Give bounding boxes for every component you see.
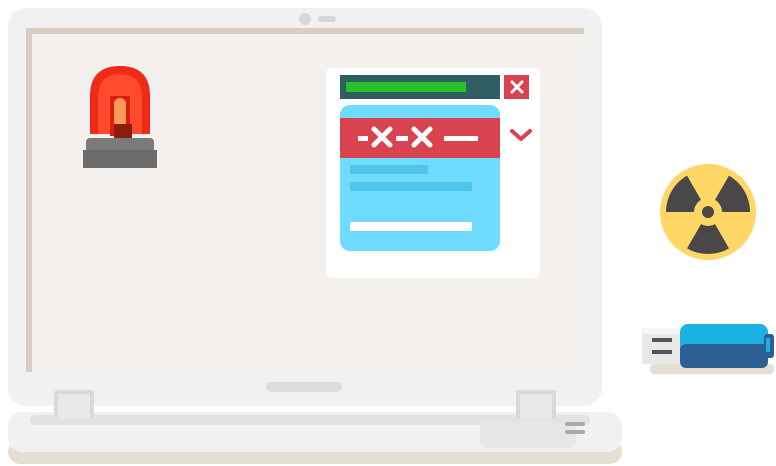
webcam bbox=[299, 13, 311, 25]
progress-bar-track bbox=[340, 75, 500, 99]
alarm-beacon-icon bbox=[83, 66, 157, 168]
placeholder-text-line-2 bbox=[350, 182, 472, 191]
illustration-canvas bbox=[0, 0, 776, 466]
error-content-panel bbox=[340, 105, 500, 251]
close-button[interactable] bbox=[504, 75, 529, 99]
hinge-left-inner bbox=[58, 394, 90, 418]
error-banner bbox=[340, 118, 500, 158]
laptop-notch bbox=[266, 382, 342, 392]
laptop-vent-1 bbox=[565, 422, 585, 426]
error-banner-glyphs bbox=[358, 126, 478, 148]
hinge-right-inner bbox=[520, 394, 552, 418]
laptop-vent-2 bbox=[565, 430, 585, 434]
close-icon bbox=[510, 80, 523, 94]
chevron-down-icon[interactable] bbox=[509, 128, 533, 142]
laptop-palm-rest bbox=[480, 422, 576, 448]
usb-flash-drive-icon bbox=[642, 324, 774, 374]
radiation-hazard-icon bbox=[660, 164, 756, 260]
webcam-light bbox=[318, 16, 336, 22]
placeholder-input-field bbox=[350, 222, 472, 231]
placeholder-text-line-1 bbox=[350, 165, 428, 174]
progress-bar-fill bbox=[346, 82, 466, 92]
error-popup-window bbox=[326, 68, 540, 278]
